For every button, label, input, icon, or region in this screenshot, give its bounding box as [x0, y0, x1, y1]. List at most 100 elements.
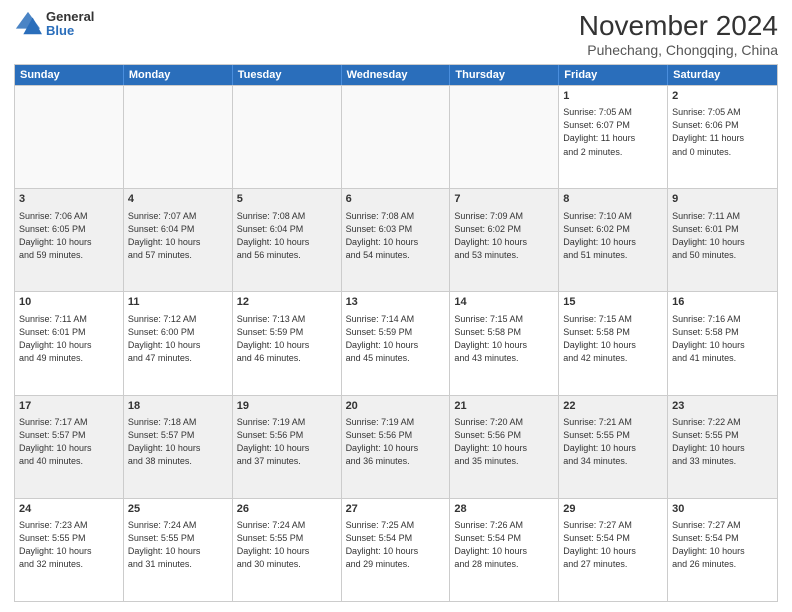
logo: General Blue [14, 10, 94, 39]
day-cell-2: 2Sunrise: 7:05 AM Sunset: 6:06 PM Daylig… [668, 86, 777, 188]
day-info: Sunrise: 7:07 AM Sunset: 6:04 PM Dayligh… [128, 210, 228, 262]
day-info: Sunrise: 7:27 AM Sunset: 5:54 PM Dayligh… [672, 519, 773, 571]
day-number: 30 [672, 502, 773, 517]
day-cell-1: 1 Sunrise: 7:05 AM Sunset: 6:07 PM Daylig… [559, 86, 668, 188]
day-number: 9 [672, 192, 773, 207]
location: Puhechang, Chongqing, China [579, 42, 778, 58]
title-area: November 2024 Puhechang, Chongqing, Chin… [579, 10, 778, 58]
empty-cell [342, 86, 451, 188]
day-cell-21: 21 Sunrise: 7:20 AM Sunset: 5:56 PM Dayli… [450, 396, 559, 498]
day-cell-18: 18 Sunrise: 7:18 AM Sunset: 5:57 PM Dayli… [124, 396, 233, 498]
week-row-5: 24 Sunrise: 7:23 AM Sunset: 5:55 PM Dayli… [15, 498, 777, 601]
day-number: 6 [346, 192, 446, 207]
day-info: Sunrise: 7:11 AM Sunset: 6:01 PM Dayligh… [672, 210, 773, 262]
weekday-header-saturday: Saturday [668, 65, 777, 85]
day-info: Sunrise: 7:16 AM Sunset: 5:58 PM Dayligh… [672, 313, 773, 365]
day-cell-20: 20 Sunrise: 7:19 AM Sunset: 5:56 PM Dayli… [342, 396, 451, 498]
day-info: Sunrise: 7:18 AM Sunset: 5:57 PM Dayligh… [128, 416, 228, 468]
day-info: Sunrise: 7:23 AM Sunset: 5:55 PM Dayligh… [19, 519, 119, 571]
day-cell-19: 19 Sunrise: 7:19 AM Sunset: 5:56 PM Dayli… [233, 396, 342, 498]
day-info: Sunrise: 7:25 AM Sunset: 5:54 PM Dayligh… [346, 519, 446, 571]
day-cell-30: 30 Sunrise: 7:27 AM Sunset: 5:54 PM Dayli… [668, 499, 777, 601]
day-number: 21 [454, 399, 554, 414]
day-cell-5: 5 Sunrise: 7:08 AM Sunset: 6:04 PM Daylig… [233, 189, 342, 291]
day-cell-7: 7 Sunrise: 7:09 AM Sunset: 6:02 PM Daylig… [450, 189, 559, 291]
week-row-3: 10 Sunrise: 7:11 AM Sunset: 6:01 PM Dayli… [15, 291, 777, 394]
calendar-header: SundayMondayTuesdayWednesdayThursdayFrid… [15, 65, 777, 85]
day-info: Sunrise: 7:06 AM Sunset: 6:05 PM Dayligh… [19, 210, 119, 262]
weekday-header-tuesday: Tuesday [233, 65, 342, 85]
logo-blue-text: Blue [46, 24, 94, 38]
day-info: Sunrise: 7:15 AM Sunset: 5:58 PM Dayligh… [454, 313, 554, 365]
day-number: 29 [563, 502, 663, 517]
calendar-page: General Blue November 2024 Puhechang, Ch… [0, 0, 792, 612]
day-cell-10: 10 Sunrise: 7:11 AM Sunset: 6:01 PM Dayli… [15, 292, 124, 394]
empty-cell [450, 86, 559, 188]
day-info: Sunrise: 7:14 AM Sunset: 5:59 PM Dayligh… [346, 313, 446, 365]
day-info: Sunrise: 7:19 AM Sunset: 5:56 PM Dayligh… [237, 416, 337, 468]
day-number: 7 [454, 192, 554, 207]
month-title: November 2024 [579, 10, 778, 42]
day-cell-15: 15 Sunrise: 7:15 AM Sunset: 5:58 PM Dayli… [559, 292, 668, 394]
day-info: Sunrise: 7:09 AM Sunset: 6:02 PM Dayligh… [454, 210, 554, 262]
day-number: 8 [563, 192, 663, 207]
day-number: 3 [19, 192, 119, 207]
day-number: 10 [19, 295, 119, 310]
day-info: Sunrise: 7:05 AM Sunset: 6:07 PM Dayligh… [563, 106, 663, 158]
day-info: Sunrise: 7:12 AM Sunset: 6:00 PM Dayligh… [128, 313, 228, 365]
day-number: 27 [346, 502, 446, 517]
day-info: Sunrise: 7:13 AM Sunset: 5:59 PM Dayligh… [237, 313, 337, 365]
day-cell-24: 24 Sunrise: 7:23 AM Sunset: 5:55 PM Dayli… [15, 499, 124, 601]
day-cell-12: 12Sunrise: 7:13 AM Sunset: 5:59 PM Dayli… [233, 292, 342, 394]
day-number: 24 [19, 502, 119, 517]
day-info: Sunrise: 7:19 AM Sunset: 5:56 PM Dayligh… [346, 416, 446, 468]
day-info: Sunrise: 7:22 AM Sunset: 5:55 PM Dayligh… [672, 416, 773, 468]
day-info: Sunrise: 7:24 AM Sunset: 5:55 PM Dayligh… [128, 519, 228, 571]
day-info: Sunrise: 7:08 AM Sunset: 6:04 PM Dayligh… [237, 210, 337, 262]
week-row-1: 1 Sunrise: 7:05 AM Sunset: 6:07 PM Daylig… [15, 85, 777, 188]
day-info: Sunrise: 7:15 AM Sunset: 5:58 PM Dayligh… [563, 313, 663, 365]
day-info: Sunrise: 7:26 AM Sunset: 5:54 PM Dayligh… [454, 519, 554, 571]
weekday-header-wednesday: Wednesday [342, 65, 451, 85]
day-cell-23: 23Sunrise: 7:22 AM Sunset: 5:55 PM Dayli… [668, 396, 777, 498]
day-info: Sunrise: 7:17 AM Sunset: 5:57 PM Dayligh… [19, 416, 119, 468]
week-row-4: 17 Sunrise: 7:17 AM Sunset: 5:57 PM Dayli… [15, 395, 777, 498]
logo-text: General Blue [46, 10, 94, 39]
day-cell-26: 26 Sunrise: 7:24 AM Sunset: 5:55 PM Dayli… [233, 499, 342, 601]
page-header: General Blue November 2024 Puhechang, Ch… [14, 10, 778, 58]
day-cell-27: 27 Sunrise: 7:25 AM Sunset: 5:54 PM Dayli… [342, 499, 451, 601]
day-number: 13 [346, 295, 446, 310]
day-cell-11: 11Sunrise: 7:12 AM Sunset: 6:00 PM Dayli… [124, 292, 233, 394]
day-number: 19 [237, 399, 337, 414]
day-number: 14 [454, 295, 554, 310]
empty-cell [15, 86, 124, 188]
day-number: 18 [128, 399, 228, 414]
day-number: 26 [237, 502, 337, 517]
day-number: 5 [237, 192, 337, 207]
day-cell-13: 13 Sunrise: 7:14 AM Sunset: 5:59 PM Dayli… [342, 292, 451, 394]
day-cell-29: 29Sunrise: 7:27 AM Sunset: 5:54 PM Dayli… [559, 499, 668, 601]
day-info: Sunrise: 7:24 AM Sunset: 5:55 PM Dayligh… [237, 519, 337, 571]
day-cell-4: 4 Sunrise: 7:07 AM Sunset: 6:04 PM Daylig… [124, 189, 233, 291]
empty-cell [124, 86, 233, 188]
calendar: SundayMondayTuesdayWednesdayThursdayFrid… [14, 64, 778, 602]
day-number: 1 [563, 89, 663, 104]
day-info: Sunrise: 7:08 AM Sunset: 6:03 PM Dayligh… [346, 210, 446, 262]
day-number: 17 [19, 399, 119, 414]
logo-icon [14, 10, 42, 38]
day-number: 25 [128, 502, 228, 517]
day-number: 15 [563, 295, 663, 310]
day-info: Sunrise: 7:10 AM Sunset: 6:02 PM Dayligh… [563, 210, 663, 262]
day-number: 2 [672, 89, 773, 104]
day-number: 22 [563, 399, 663, 414]
day-cell-6: 6 Sunrise: 7:08 AM Sunset: 6:03 PM Daylig… [342, 189, 451, 291]
day-number: 16 [672, 295, 773, 310]
day-info: Sunrise: 7:11 AM Sunset: 6:01 PM Dayligh… [19, 313, 119, 365]
day-number: 20 [346, 399, 446, 414]
calendar-body: 1 Sunrise: 7:05 AM Sunset: 6:07 PM Daylig… [15, 85, 777, 601]
day-cell-9: 9 Sunrise: 7:11 AM Sunset: 6:01 PM Daylig… [668, 189, 777, 291]
logo-general-text: General [46, 10, 94, 24]
day-number: 28 [454, 502, 554, 517]
day-number: 4 [128, 192, 228, 207]
day-info: Sunrise: 7:20 AM Sunset: 5:56 PM Dayligh… [454, 416, 554, 468]
